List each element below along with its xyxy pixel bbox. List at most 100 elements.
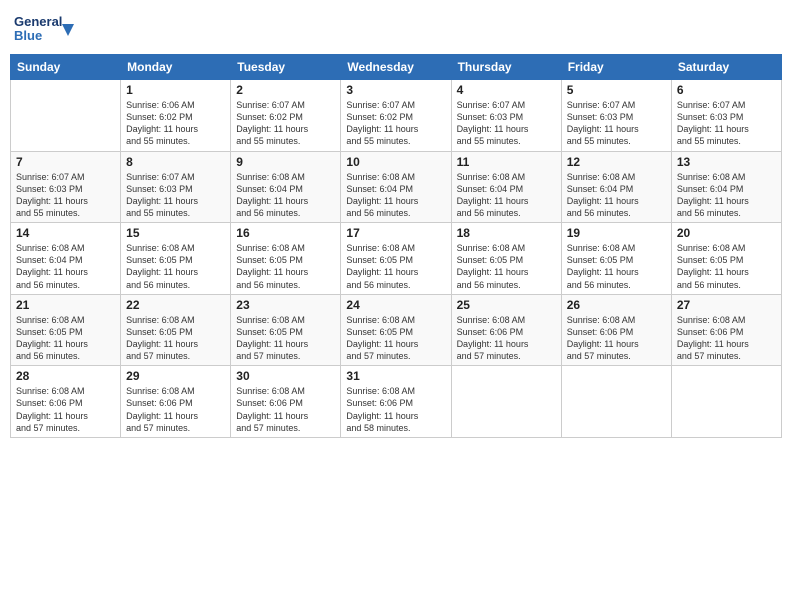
day-number: 7 bbox=[16, 155, 115, 169]
day-number: 19 bbox=[567, 226, 666, 240]
calendar-cell: 30 Sunrise: 6:08 AM Sunset: 6:06 PM Dayli… bbox=[231, 366, 341, 438]
calendar-cell: 2 Sunrise: 6:07 AM Sunset: 6:02 PM Daylig… bbox=[231, 80, 341, 152]
day-number: 10 bbox=[346, 155, 445, 169]
day-info: Sunrise: 6:07 AM Sunset: 6:03 PM Dayligh… bbox=[126, 171, 225, 220]
calendar-cell: 15 Sunrise: 6:08 AM Sunset: 6:05 PM Dayli… bbox=[121, 223, 231, 295]
calendar-cell: 10 Sunrise: 6:08 AM Sunset: 6:04 PM Dayli… bbox=[341, 151, 451, 223]
day-number: 28 bbox=[16, 369, 115, 383]
day-info: Sunrise: 6:07 AM Sunset: 6:03 PM Dayligh… bbox=[457, 99, 556, 148]
day-info: Sunrise: 6:08 AM Sunset: 6:05 PM Dayligh… bbox=[236, 314, 335, 363]
day-number: 24 bbox=[346, 298, 445, 312]
calendar-cell: 21 Sunrise: 6:08 AM Sunset: 6:05 PM Dayli… bbox=[11, 294, 121, 366]
calendar-cell: 20Sunrise: 6:08 AM Sunset: 6:05 PM Dayli… bbox=[671, 223, 781, 295]
weekday-header-cell: Sunday bbox=[11, 55, 121, 80]
logo: General Blue bbox=[14, 10, 74, 46]
calendar-cell: 29 Sunrise: 6:08 AM Sunset: 6:06 PM Dayli… bbox=[121, 366, 231, 438]
calendar-cell: 6Sunrise: 6:07 AM Sunset: 6:03 PM Daylig… bbox=[671, 80, 781, 152]
calendar-week-row: 1 Sunrise: 6:06 AM Sunset: 6:02 PM Daylig… bbox=[11, 80, 782, 152]
calendar-cell: 27Sunrise: 6:08 AM Sunset: 6:06 PM Dayli… bbox=[671, 294, 781, 366]
day-info: Sunrise: 6:08 AM Sunset: 6:06 PM Dayligh… bbox=[346, 385, 445, 434]
day-info: Sunrise: 6:08 AM Sunset: 6:05 PM Dayligh… bbox=[346, 314, 445, 363]
calendar-cell: 13Sunrise: 6:08 AM Sunset: 6:04 PM Dayli… bbox=[671, 151, 781, 223]
day-number: 14 bbox=[16, 226, 115, 240]
day-number: 9 bbox=[236, 155, 335, 169]
day-number: 16 bbox=[236, 226, 335, 240]
calendar-cell: 26Sunrise: 6:08 AM Sunset: 6:06 PM Dayli… bbox=[561, 294, 671, 366]
day-number: 11 bbox=[457, 155, 556, 169]
day-number: 17 bbox=[346, 226, 445, 240]
day-info: Sunrise: 6:07 AM Sunset: 6:03 PM Dayligh… bbox=[567, 99, 666, 148]
day-info: Sunrise: 6:08 AM Sunset: 6:04 PM Dayligh… bbox=[567, 171, 666, 220]
calendar-cell: 11 Sunrise: 6:08 AM Sunset: 6:04 PM Dayli… bbox=[451, 151, 561, 223]
calendar-week-row: 28 Sunrise: 6:08 AM Sunset: 6:06 PM Dayli… bbox=[11, 366, 782, 438]
day-number: 15 bbox=[126, 226, 225, 240]
day-info: Sunrise: 6:07 AM Sunset: 6:03 PM Dayligh… bbox=[16, 171, 115, 220]
calendar-cell: 4 Sunrise: 6:07 AM Sunset: 6:03 PM Daylig… bbox=[451, 80, 561, 152]
calendar-cell bbox=[561, 366, 671, 438]
weekday-header-cell: Tuesday bbox=[231, 55, 341, 80]
calendar-cell: 31 Sunrise: 6:08 AM Sunset: 6:06 PM Dayli… bbox=[341, 366, 451, 438]
calendar-cell: 5 Sunrise: 6:07 AM Sunset: 6:03 PM Daylig… bbox=[561, 80, 671, 152]
day-info: Sunrise: 6:08 AM Sunset: 6:06 PM Dayligh… bbox=[16, 385, 115, 434]
day-info: Sunrise: 6:08 AM Sunset: 6:05 PM Dayligh… bbox=[126, 314, 225, 363]
calendar-cell: 14 Sunrise: 6:08 AM Sunset: 6:04 PM Dayli… bbox=[11, 223, 121, 295]
day-info: Sunrise: 6:06 AM Sunset: 6:02 PM Dayligh… bbox=[126, 99, 225, 148]
day-number: 5 bbox=[567, 83, 666, 97]
day-number: 22 bbox=[126, 298, 225, 312]
day-info: Sunrise: 6:07 AM Sunset: 6:02 PM Dayligh… bbox=[346, 99, 445, 148]
calendar-page: General Blue SundayMondayTuesdayWednesda… bbox=[0, 0, 792, 612]
calendar-cell: 28 Sunrise: 6:08 AM Sunset: 6:06 PM Dayli… bbox=[11, 366, 121, 438]
calendar-body: 1 Sunrise: 6:06 AM Sunset: 6:02 PM Daylig… bbox=[11, 80, 782, 438]
day-number: 4 bbox=[457, 83, 556, 97]
calendar-cell bbox=[671, 366, 781, 438]
calendar-cell: 12 Sunrise: 6:08 AM Sunset: 6:04 PM Dayli… bbox=[561, 151, 671, 223]
weekday-header-cell: Monday bbox=[121, 55, 231, 80]
calendar-cell: 23Sunrise: 6:08 AM Sunset: 6:05 PM Dayli… bbox=[231, 294, 341, 366]
day-number: 26 bbox=[567, 298, 666, 312]
day-info: Sunrise: 6:07 AM Sunset: 6:02 PM Dayligh… bbox=[236, 99, 335, 148]
calendar-cell: 25Sunrise: 6:08 AM Sunset: 6:06 PM Dayli… bbox=[451, 294, 561, 366]
day-info: Sunrise: 6:08 AM Sunset: 6:05 PM Dayligh… bbox=[16, 314, 115, 363]
calendar-cell: 24 Sunrise: 6:08 AM Sunset: 6:05 PM Dayli… bbox=[341, 294, 451, 366]
calendar-cell: 22 Sunrise: 6:08 AM Sunset: 6:05 PM Dayli… bbox=[121, 294, 231, 366]
day-number: 31 bbox=[346, 369, 445, 383]
calendar-cell: 8Sunrise: 6:07 AM Sunset: 6:03 PM Daylig… bbox=[121, 151, 231, 223]
day-number: 12 bbox=[567, 155, 666, 169]
day-info: Sunrise: 6:08 AM Sunset: 6:05 PM Dayligh… bbox=[236, 242, 335, 291]
calendar-cell: 19 Sunrise: 6:08 AM Sunset: 6:05 PM Dayli… bbox=[561, 223, 671, 295]
day-number: 25 bbox=[457, 298, 556, 312]
calendar-week-row: 7 Sunrise: 6:07 AM Sunset: 6:03 PM Daylig… bbox=[11, 151, 782, 223]
day-info: Sunrise: 6:08 AM Sunset: 6:05 PM Dayligh… bbox=[567, 242, 666, 291]
day-info: Sunrise: 6:08 AM Sunset: 6:05 PM Dayligh… bbox=[457, 242, 556, 291]
day-info: Sunrise: 6:08 AM Sunset: 6:04 PM Dayligh… bbox=[236, 171, 335, 220]
calendar-cell bbox=[451, 366, 561, 438]
weekday-header-cell: Saturday bbox=[671, 55, 781, 80]
logo-svg: General Blue bbox=[14, 10, 74, 46]
day-info: Sunrise: 6:08 AM Sunset: 6:06 PM Dayligh… bbox=[677, 314, 776, 363]
weekday-header-cell: Wednesday bbox=[341, 55, 451, 80]
day-number: 21 bbox=[16, 298, 115, 312]
day-number: 29 bbox=[126, 369, 225, 383]
day-info: Sunrise: 6:08 AM Sunset: 6:05 PM Dayligh… bbox=[126, 242, 225, 291]
day-info: Sunrise: 6:08 AM Sunset: 6:04 PM Dayligh… bbox=[457, 171, 556, 220]
calendar-cell: 7 Sunrise: 6:07 AM Sunset: 6:03 PM Daylig… bbox=[11, 151, 121, 223]
day-number: 20 bbox=[677, 226, 776, 240]
day-info: Sunrise: 6:08 AM Sunset: 6:04 PM Dayligh… bbox=[16, 242, 115, 291]
header: General Blue bbox=[10, 10, 782, 46]
day-number: 13 bbox=[677, 155, 776, 169]
day-info: Sunrise: 6:08 AM Sunset: 6:04 PM Dayligh… bbox=[346, 171, 445, 220]
day-info: Sunrise: 6:08 AM Sunset: 6:06 PM Dayligh… bbox=[126, 385, 225, 434]
day-number: 18 bbox=[457, 226, 556, 240]
day-number: 3 bbox=[346, 83, 445, 97]
day-info: Sunrise: 6:08 AM Sunset: 6:06 PM Dayligh… bbox=[236, 385, 335, 434]
calendar-table: SundayMondayTuesdayWednesdayThursdayFrid… bbox=[10, 54, 782, 438]
calendar-week-row: 14 Sunrise: 6:08 AM Sunset: 6:04 PM Dayli… bbox=[11, 223, 782, 295]
day-info: Sunrise: 6:08 AM Sunset: 6:05 PM Dayligh… bbox=[346, 242, 445, 291]
day-number: 30 bbox=[236, 369, 335, 383]
weekday-header-cell: Friday bbox=[561, 55, 671, 80]
calendar-cell: 3 Sunrise: 6:07 AM Sunset: 6:02 PM Daylig… bbox=[341, 80, 451, 152]
day-info: Sunrise: 6:07 AM Sunset: 6:03 PM Dayligh… bbox=[677, 99, 776, 148]
day-number: 1 bbox=[126, 83, 225, 97]
day-number: 2 bbox=[236, 83, 335, 97]
calendar-cell: 18 Sunrise: 6:08 AM Sunset: 6:05 PM Dayli… bbox=[451, 223, 561, 295]
